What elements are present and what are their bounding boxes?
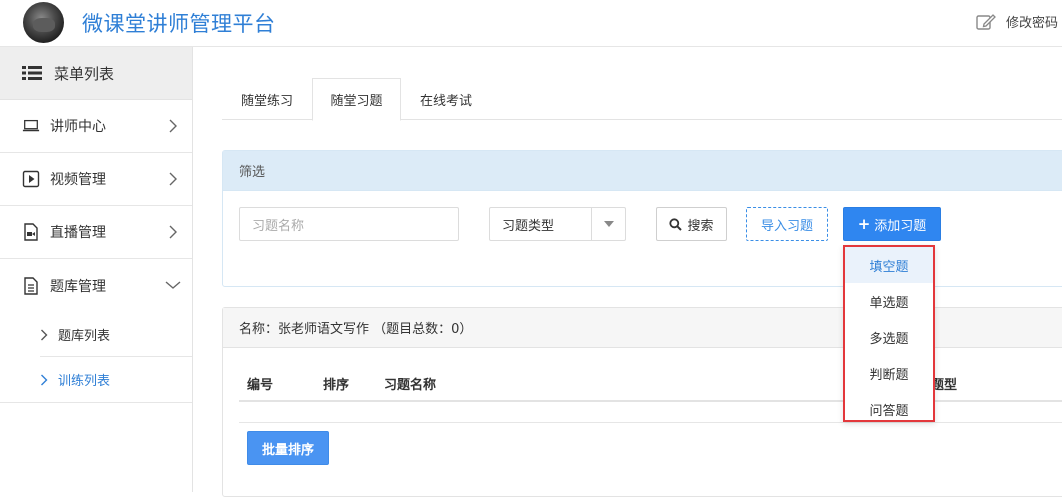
list-title: 名称：张老师语文写作 （题目总数：0） bbox=[223, 308, 1062, 348]
tab-class-practice[interactable]: 随堂练习 bbox=[222, 78, 312, 120]
chevron-right-icon bbox=[169, 172, 177, 186]
add-label: 添加习题 bbox=[874, 218, 927, 234]
change-password-label: 修改密码 bbox=[1005, 16, 1058, 31]
sidebar-item-question-bank[interactable]: 题库管理 bbox=[0, 259, 192, 312]
sidebar-item-video-management[interactable]: 视频管理 bbox=[0, 153, 192, 206]
plus-icon: + bbox=[857, 215, 871, 233]
document-icon bbox=[22, 276, 40, 295]
tab-bar: 随堂练习 随堂习题 在线考试 bbox=[222, 78, 1062, 121]
sidebar-subitem-label: 题库列表 bbox=[58, 329, 111, 344]
dropdown-arrow[interactable] bbox=[591, 208, 625, 240]
tab-label: 随堂练习 bbox=[240, 93, 293, 109]
tab-label: 随堂习题 bbox=[330, 94, 383, 109]
dropdown-item-question-answer[interactable]: 问答题 bbox=[845, 391, 933, 427]
chevron-right-icon bbox=[41, 374, 48, 385]
search-label: 搜索 bbox=[687, 218, 714, 234]
top-header: 微课堂讲师管理平台 修改密码 bbox=[0, 0, 1062, 47]
dropdown-item-multiple-choice[interactable]: 多选题 bbox=[845, 319, 933, 355]
change-password-link[interactable]: 修改密码 bbox=[976, 12, 1058, 31]
sidebar-item-label: 直播管理 bbox=[50, 225, 106, 241]
sidebar-item-label: 讲师中心 bbox=[50, 119, 106, 135]
play-icon bbox=[22, 170, 40, 188]
exercise-name-input[interactable]: 习题名称 bbox=[239, 207, 459, 241]
batch-sort-label: 批量排序 bbox=[261, 442, 314, 458]
sidebar-item-lecturer-center[interactable]: 讲师中心 bbox=[0, 100, 192, 153]
column-header-number: 编号 bbox=[247, 378, 274, 393]
tab-class-exercises[interactable]: 随堂习题 bbox=[312, 78, 401, 121]
dropdown-item-single-choice[interactable]: 单选题 bbox=[845, 283, 933, 319]
import-label: 导入习题 bbox=[760, 218, 813, 234]
menu-title: 菜单列表 bbox=[54, 64, 115, 83]
sidebar-subitem-question-list[interactable]: 题库列表 bbox=[0, 312, 192, 357]
column-header-order: 排序 bbox=[323, 378, 350, 393]
list-icon bbox=[22, 66, 42, 80]
divider bbox=[239, 422, 1062, 423]
sidebar-subitem-label: 训练列表 bbox=[58, 374, 111, 389]
chevron-right-icon bbox=[169, 225, 177, 239]
sidebar-subitem-training-list[interactable]: 训练列表 bbox=[0, 357, 192, 402]
import-exercise-button[interactable]: 导入习题 bbox=[746, 207, 828, 241]
edit-icon bbox=[976, 13, 996, 30]
sidebar: 菜单列表 讲师中心 视频管理 直播管理 题库管理 题库列表 训练列表 bbox=[0, 47, 193, 492]
avatar[interactable] bbox=[23, 2, 64, 43]
column-header-name: 习题名称 bbox=[384, 378, 437, 393]
live-icon bbox=[22, 223, 40, 241]
divider bbox=[0, 402, 192, 403]
tab-label: 在线考试 bbox=[419, 93, 472, 109]
chevron-right-icon bbox=[169, 119, 177, 133]
add-exercise-button[interactable]: + 添加习题 bbox=[843, 207, 941, 241]
dropdown-item-fill-blank[interactable]: 填空题 bbox=[845, 247, 933, 283]
sidebar-item-live-management[interactable]: 直播管理 bbox=[0, 206, 192, 259]
sidebar-item-label: 视频管理 bbox=[50, 172, 106, 188]
exercise-type-value: 习题类型 bbox=[502, 218, 555, 234]
exercise-name-placeholder: 习题名称 bbox=[252, 218, 305, 234]
menu-header: 菜单列表 bbox=[0, 47, 192, 100]
laptop-icon bbox=[22, 117, 40, 135]
batch-sort-button[interactable]: 批量排序 bbox=[247, 431, 329, 465]
filter-panel: 筛选 习题名称 习题类型 搜索 导入习题 + 添加习题 bbox=[222, 150, 1062, 287]
caret-down-icon bbox=[603, 221, 614, 227]
chevron-down-icon bbox=[165, 281, 181, 289]
divider bbox=[239, 400, 1062, 402]
dropdown-item-true-false[interactable]: 判断题 bbox=[845, 355, 933, 391]
search-icon bbox=[669, 217, 683, 231]
app-title: 微课堂讲师管理平台 bbox=[82, 12, 276, 36]
exercise-type-select[interactable]: 习题类型 bbox=[489, 207, 626, 241]
exercise-list-panel: 名称：张老师语文写作 （题目总数：0） 编号 排序 习题名称 题型 批量排序 bbox=[222, 307, 1062, 497]
add-exercise-dropdown: 填空题 单选题 多选题 判断题 问答题 bbox=[843, 245, 935, 422]
chevron-right-icon bbox=[41, 329, 48, 340]
filter-title: 筛选 bbox=[223, 151, 1062, 191]
search-button[interactable]: 搜索 bbox=[656, 207, 727, 241]
sidebar-item-label: 题库管理 bbox=[50, 278, 106, 295]
tab-online-exam[interactable]: 在线考试 bbox=[401, 78, 491, 120]
